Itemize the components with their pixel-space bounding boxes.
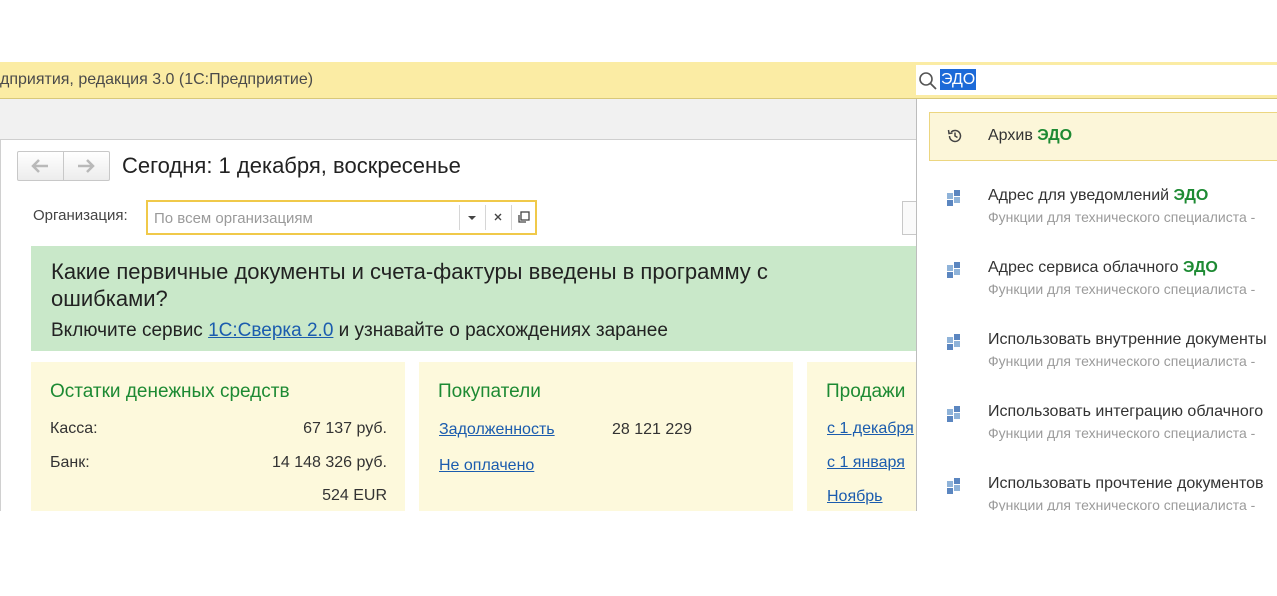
result-title-text: Архив — [988, 127, 1038, 144]
toolbar-strip — [0, 99, 917, 140]
buyers-card: Покупатели Задолженность 28 121 229 Не о… — [419, 362, 793, 511]
sales-link-november[interactable]: Ноябрь — [827, 488, 883, 506]
cash-value: 67 137 руб. — [303, 420, 387, 437]
list-item[interactable]: Адрес для уведомлений ЭДО Функции для те… — [929, 175, 1277, 225]
page-title: Сегодня: 1 декабря, воскресенье — [122, 153, 461, 178]
arrow-left-icon — [31, 159, 48, 173]
result-title-text: Использовать интеграцию облачного — [988, 403, 1264, 420]
toolbar-button[interactable] — [902, 201, 917, 235]
cash-balance-card: Остатки денежных средств Касса: 67 137 р… — [31, 362, 405, 511]
list-item[interactable]: Архив ЭДО — [929, 112, 1277, 161]
result-subtitle: Функции для технического специалиста - — [988, 425, 1256, 441]
list-item[interactable]: Использовать интеграцию облачного Функци… — [929, 391, 1277, 441]
result-highlight: ЭДО — [1173, 187, 1209, 204]
search-input[interactable]: ЭДО — [940, 69, 977, 90]
result-title-text: Использовать прочтение документов — [988, 475, 1264, 492]
result-title: Архив ЭДО — [988, 127, 1072, 145]
organization-label: Организация: — [33, 207, 128, 224]
cash-label: Касса: — [50, 420, 98, 437]
result-highlight: ЭДО — [1037, 127, 1073, 144]
search-icon[interactable] — [918, 71, 938, 91]
open-window-icon — [518, 211, 530, 223]
result-title-text: Адрес сервиса облачного — [988, 259, 1183, 276]
arrow-right-icon — [78, 159, 95, 173]
result-title: Использовать внутренние документы — [988, 331, 1267, 349]
search-box[interactable]: ЭДО — [916, 65, 1277, 95]
banner-text-after: и узнавайте о расхождениях заранее — [333, 320, 668, 341]
organization-input[interactable]: По всем организациям — [154, 210, 313, 227]
organization-field[interactable]: По всем организациям — [146, 200, 537, 235]
search-results-dropdown: Архив ЭДО Адрес для уведомлений ЭДО Функ… — [916, 99, 1277, 511]
bank-value: 14 148 326 руб. — [271, 454, 387, 471]
forward-button[interactable] — [64, 152, 109, 180]
navigation-buttons — [17, 151, 110, 181]
card-title: Покупатели — [438, 381, 541, 402]
function-icon — [947, 334, 960, 350]
dropdown-button[interactable] — [459, 205, 484, 230]
result-subtitle: Функции для технического специалиста - — [988, 497, 1256, 511]
result-title-text: Использовать внутренние документы — [988, 331, 1267, 348]
back-button[interactable] — [18, 152, 64, 180]
function-icon — [947, 406, 960, 422]
debt-link[interactable]: Задолженность — [439, 421, 555, 439]
function-icon — [947, 190, 960, 206]
result-title: Адрес сервиса облачного ЭДО — [988, 259, 1218, 277]
banner-text-before: Включите сервис — [51, 320, 209, 341]
eur-value: 524 EUR — [322, 487, 387, 504]
card-title: Остатки денежных средств — [50, 381, 290, 402]
banner-text: Включите сервис 1С:Сверка 2.0 и узнавайт… — [51, 320, 668, 342]
bank-label: Банк: — [50, 454, 90, 471]
result-highlight: ЭДО — [1182, 259, 1218, 276]
function-icon — [947, 262, 960, 278]
sales-link-december[interactable]: с 1 декабря — [827, 420, 914, 438]
card-title: Продажи — [826, 381, 906, 402]
close-icon — [494, 213, 502, 221]
result-subtitle: Функции для технического специалиста - — [988, 281, 1256, 297]
window-title: дприятия, редакция 3.0 (1С:Предприятие) — [0, 71, 314, 88]
result-title: Использовать прочтение документов — [988, 475, 1264, 493]
sales-card: Продажи с 1 декабря с 1 января Ноябрь — [807, 362, 917, 511]
unpaid-link[interactable]: Не оплачено — [439, 457, 534, 475]
list-item[interactable]: Использовать внутренние документы Функци… — [929, 319, 1277, 369]
result-title-text: Адрес для уведомлений — [988, 187, 1174, 204]
sverka-link[interactable]: 1С:Сверка 2.0 — [208, 320, 333, 341]
main-content: Сегодня: 1 декабря, воскресенье Организа… — [0, 140, 917, 511]
result-title: Использовать интеграцию облачного — [988, 403, 1263, 421]
clear-button[interactable] — [485, 205, 510, 230]
debt-value: 28 121 229 — [612, 421, 693, 438]
open-button[interactable] — [511, 205, 536, 230]
sales-link-january[interactable]: с 1 января — [827, 454, 905, 472]
promo-banner: Какие первичные документы и счета-фактур… — [31, 246, 917, 351]
function-icon — [947, 478, 960, 494]
list-item[interactable]: Адрес сервиса облачного ЭДО Функции для … — [929, 247, 1277, 297]
result-subtitle: Функции для технического специалиста - — [988, 209, 1256, 225]
result-subtitle: Функции для технического специалиста - — [988, 353, 1256, 369]
chevron-down-icon — [468, 216, 476, 220]
result-title: Адрес для уведомлений ЭДО — [988, 187, 1208, 205]
list-item[interactable]: Использовать прочтение документов Функци… — [929, 463, 1277, 511]
banner-heading: Какие первичные документы и счета-фактур… — [51, 259, 768, 311]
history-icon — [947, 129, 962, 143]
